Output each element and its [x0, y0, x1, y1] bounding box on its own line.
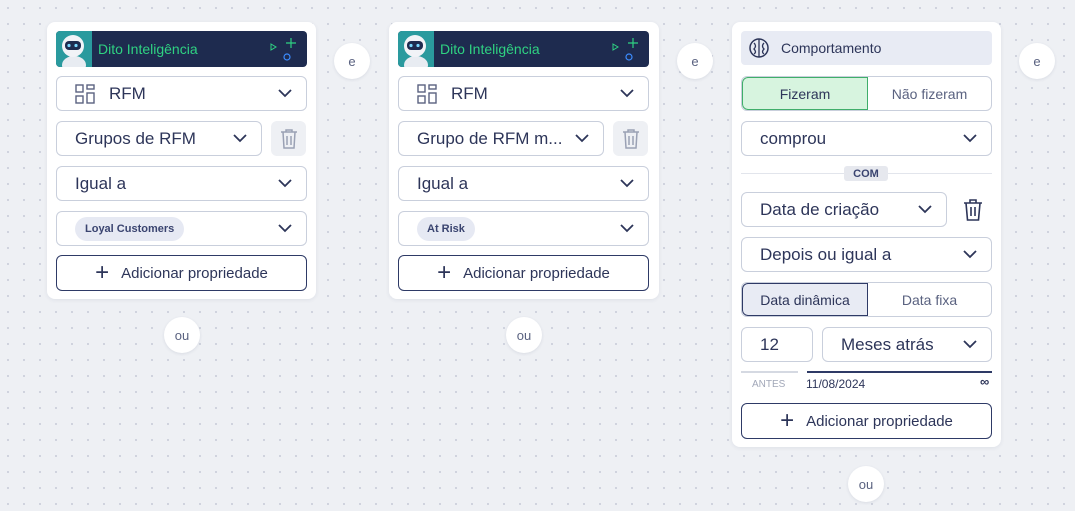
delete-property-button[interactable] — [271, 121, 306, 156]
amount-input[interactable]: 12 — [741, 327, 813, 362]
or-connector-2[interactable]: ou — [506, 317, 542, 353]
operator-value: Igual a — [417, 173, 469, 193]
value-tag: Loyal Customers — [75, 216, 185, 241]
add-property-button[interactable]: + Adicionar propriedade — [741, 403, 992, 439]
property-value: Grupo de RFM m... — [417, 128, 563, 148]
behavior-header: Comportamento — [741, 31, 992, 65]
event-select[interactable]: comprou — [741, 121, 992, 156]
add-property-label: Adicionar propriedade — [806, 412, 953, 430]
chevron-down-icon — [233, 134, 247, 143]
range-bar-selected — [807, 371, 992, 373]
plus-icon: + — [437, 259, 452, 286]
and-connector-3[interactable]: e — [1019, 43, 1055, 79]
plus-icon: + — [95, 259, 110, 286]
add-property-label: Adicionar propriedade — [463, 264, 610, 282]
date-mode-toggle: Data dinâmica Data fixa — [741, 282, 992, 317]
category-select[interactable]: RFM — [56, 76, 307, 111]
operator-select[interactable]: Igual a — [56, 166, 307, 201]
chevron-down-icon — [278, 224, 292, 233]
trash-icon — [622, 128, 639, 149]
value-tag: At Risk — [417, 216, 475, 241]
sparkle-decoration-icon — [612, 38, 638, 61]
category-select[interactable]: RFM — [398, 76, 649, 111]
card-header-title: Dito Inteligência — [98, 41, 198, 57]
amount-value: 12 — [760, 334, 779, 354]
value-select[interactable]: At Risk — [398, 211, 649, 246]
grid-icon — [417, 83, 437, 104]
chevron-down-icon — [963, 340, 977, 349]
and-label: e — [1033, 53, 1041, 69]
time-unit-select[interactable]: Meses atrás — [822, 327, 992, 362]
card-header-title: Dito Inteligência — [440, 41, 540, 57]
operator-value: Igual a — [75, 173, 127, 193]
and-label: e — [691, 53, 699, 69]
property-select[interactable]: Grupos de RFM — [56, 121, 262, 156]
delete-event-property-button[interactable] — [961, 197, 985, 223]
or-label: ou — [858, 476, 874, 492]
or-label: ou — [174, 327, 190, 343]
category-value: RFM — [109, 83, 146, 103]
chevron-down-icon — [963, 134, 977, 143]
trash-icon — [280, 128, 297, 149]
add-property-button[interactable]: + Adicionar propriedade — [398, 255, 649, 291]
and-connector-2[interactable]: e — [677, 43, 713, 79]
add-property-button[interactable]: + Adicionar propriedade — [56, 255, 307, 291]
trash-icon — [964, 199, 982, 221]
range-end-label: ∞ — [980, 374, 990, 389]
grid-icon — [75, 83, 95, 104]
add-property-label: Adicionar propriedade — [121, 264, 268, 282]
before-label: ANTES — [752, 379, 786, 390]
or-label: ou — [516, 327, 532, 343]
chevron-down-icon — [918, 205, 932, 214]
chevron-down-icon — [620, 224, 634, 233]
event-operator-value: Depois ou igual a — [760, 244, 892, 264]
with-badge: COM — [844, 166, 888, 181]
chevron-down-icon — [620, 179, 634, 188]
chevron-down-icon — [278, 89, 292, 98]
filter-card-1: Dito Inteligência RFM Grupos de RFM Igua… — [47, 22, 316, 299]
event-operator-select[interactable]: Depois ou igual a — [741, 237, 992, 272]
chevron-down-icon — [575, 134, 589, 143]
did-toggle: Fizeram Não fizeram — [741, 76, 992, 111]
dynamic-date-option[interactable]: Data dinâmica — [742, 283, 868, 316]
chevron-down-icon — [278, 179, 292, 188]
card-header: Dito Inteligência — [56, 31, 307, 67]
and-label: e — [348, 53, 356, 69]
chevron-down-icon — [963, 250, 977, 259]
range-bar-before — [741, 371, 798, 373]
behavior-title: Comportamento — [781, 40, 882, 56]
filter-card-2: Dito Inteligência RFM Grupo de RFM m... … — [389, 22, 659, 299]
or-connector-1[interactable]: ou — [164, 317, 200, 353]
did-not-option[interactable]: Não fizeram — [868, 77, 991, 110]
property-select[interactable]: Grupo de RFM m... — [398, 121, 604, 156]
robot-avatar-icon — [398, 31, 434, 67]
brain-icon — [749, 38, 769, 58]
plus-icon: + — [780, 407, 795, 434]
category-value: RFM — [451, 83, 488, 103]
fixed-date-option[interactable]: Data fixa — [868, 283, 991, 316]
sparkle-decoration-icon — [270, 38, 296, 61]
or-connector-3[interactable]: ou — [848, 466, 884, 502]
range-start-date: 11/08/2024 — [806, 377, 866, 391]
value-select[interactable]: Loyal Customers — [56, 211, 307, 246]
did-option[interactable]: Fizeram — [742, 77, 868, 110]
event-value: comprou — [760, 128, 827, 148]
robot-avatar-icon — [56, 31, 92, 67]
chevron-down-icon — [620, 89, 634, 98]
behavior-card: Comportamento Fizeram Não fizeram compro… — [732, 22, 1001, 447]
card-header: Dito Inteligência — [398, 31, 649, 67]
event-property-select[interactable]: Data de criação — [741, 192, 947, 227]
operator-select[interactable]: Igual a — [398, 166, 649, 201]
delete-property-button[interactable] — [613, 121, 648, 156]
and-connector-1[interactable]: e — [334, 43, 370, 79]
